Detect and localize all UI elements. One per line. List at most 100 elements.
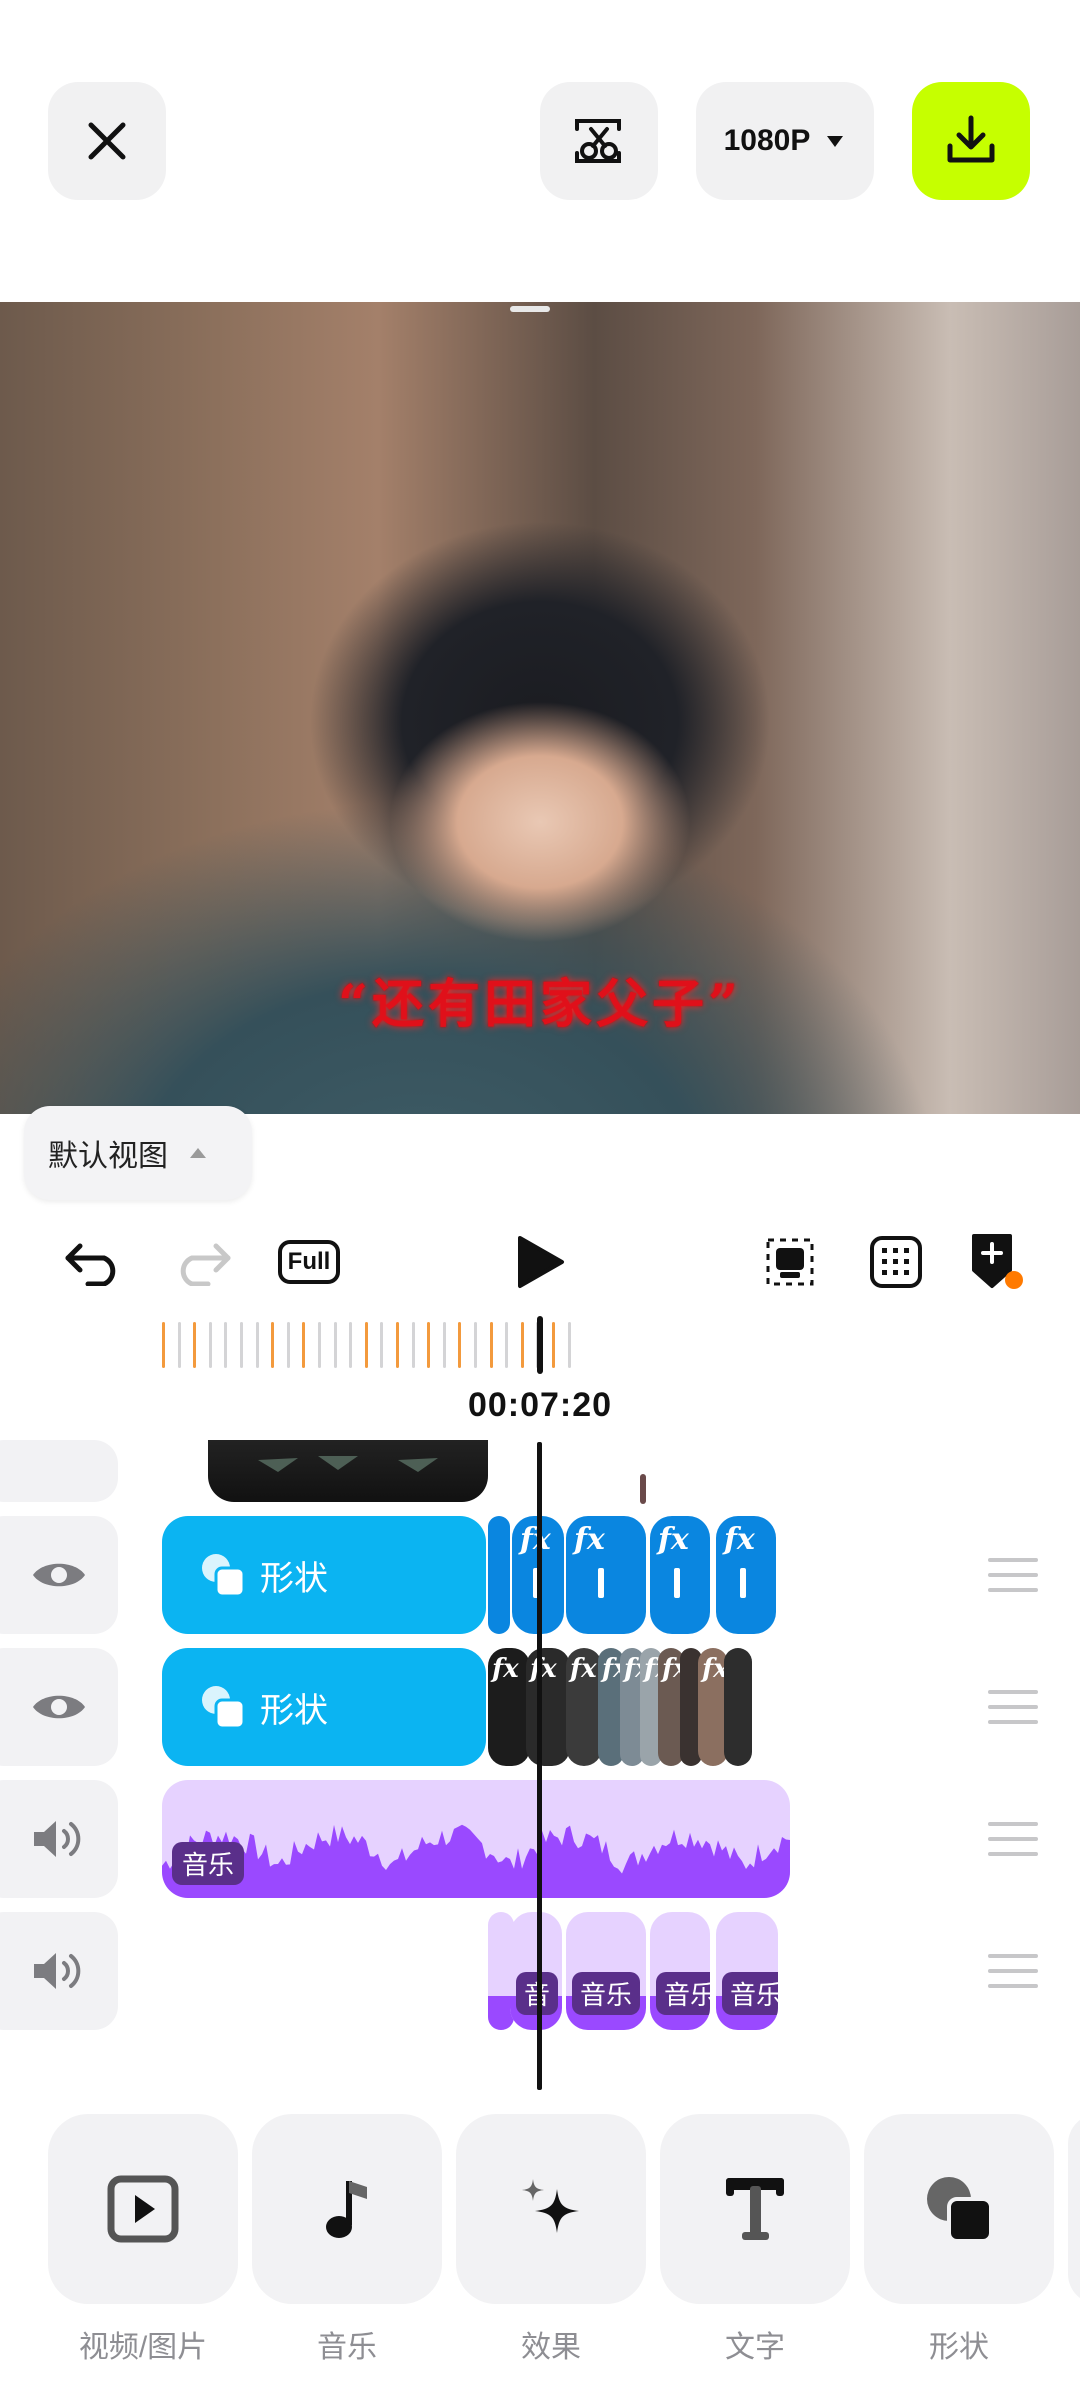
track-reorder-handle[interactable] xyxy=(988,1822,1038,1856)
crop-button[interactable] xyxy=(754,1226,826,1298)
caret-up-icon xyxy=(190,1148,206,1158)
effect-mini-clip[interactable]: fx xyxy=(526,1648,570,1766)
add-effect-button[interactable] xyxy=(456,2114,646,2304)
ruler-tick xyxy=(505,1322,509,1368)
fx-badge: fx xyxy=(520,1522,551,1557)
play-button[interactable] xyxy=(504,1226,576,1298)
waveform-path xyxy=(162,1824,790,1898)
audio-mini-label: 音乐 xyxy=(656,1972,710,2015)
ruler-tick xyxy=(333,1322,337,1368)
track-reorder-handle[interactable] xyxy=(988,1558,1038,1592)
add-effect-label: 效果 xyxy=(521,2331,581,2364)
ruler-tick xyxy=(318,1322,321,1368)
fx-badge: fx xyxy=(570,1654,597,1684)
add-shape-label: 形状 xyxy=(929,2331,989,2364)
music-clip[interactable]: 音乐 xyxy=(162,1780,790,1898)
undo-icon xyxy=(65,1243,116,1286)
speaker-icon xyxy=(34,1821,81,1857)
video-clip-partial[interactable] xyxy=(208,1440,488,1502)
audio-mini-clip[interactable]: 音乐 xyxy=(566,1912,646,2030)
clip-marker xyxy=(674,1568,680,1598)
ruler-tick xyxy=(567,1322,571,1368)
resolution-label: 1080P xyxy=(723,124,811,157)
scissors-frame-icon xyxy=(575,119,621,163)
fx-badge: fx xyxy=(492,1654,519,1684)
resolution-button[interactable]: 1080P xyxy=(696,82,874,200)
play-box-icon xyxy=(107,2175,179,2243)
ruler-tick xyxy=(224,1322,228,1368)
effect-mini-clip[interactable] xyxy=(724,1648,752,1766)
export-button[interactable] xyxy=(912,82,1030,200)
toolbar-overflow-edge xyxy=(1068,2114,1080,2304)
shape-icon xyxy=(927,2177,993,2243)
track-reorder-handle[interactable] xyxy=(988,1954,1038,1988)
audio-mini-label: 音乐 xyxy=(722,1972,778,2015)
ruler-tick xyxy=(442,1322,446,1368)
close-icon xyxy=(88,122,126,160)
ruler-tick xyxy=(271,1322,275,1368)
add-text-button[interactable] xyxy=(660,2114,850,2304)
ruler-tick xyxy=(255,1322,259,1368)
play-icon xyxy=(518,1236,564,1288)
view-mode-label: 默认视图 xyxy=(48,1140,168,1173)
ruler-tick xyxy=(177,1322,181,1368)
audio-waveform xyxy=(162,1824,790,1898)
effect-mini-clip[interactable]: fx xyxy=(566,1648,602,1766)
ruler-tick xyxy=(193,1322,197,1368)
add-media-button[interactable] xyxy=(48,2114,238,2304)
ruler-tick xyxy=(380,1322,384,1368)
video-thumbnail-strip xyxy=(258,1456,438,1472)
add-shape-button[interactable] xyxy=(864,2114,1054,2304)
track-partial-control xyxy=(0,1440,118,1502)
effect-mini-clip[interactable]: fx xyxy=(488,1648,530,1766)
ruler-tick xyxy=(240,1322,243,1368)
fx-badge: fx xyxy=(530,1654,557,1684)
fx-badge: fx xyxy=(658,1522,689,1557)
add-music-button[interactable] xyxy=(252,2114,442,2304)
track-reorder-handle[interactable] xyxy=(988,1690,1038,1724)
redo-button[interactable] xyxy=(166,1226,238,1298)
music-note-icon xyxy=(326,2181,367,2238)
timecode: 00:07:20 xyxy=(467,1386,613,1424)
audio-mini-clip[interactable]: 音乐 xyxy=(716,1912,778,2030)
undo-button[interactable] xyxy=(58,1226,130,1298)
ruler-tick xyxy=(474,1322,477,1368)
shape-mini-clip[interactable] xyxy=(488,1516,510,1634)
ruler-tick xyxy=(286,1322,290,1368)
ruler-tick xyxy=(552,1322,555,1368)
grid-button[interactable] xyxy=(860,1226,932,1298)
music-clip-label: 音乐 xyxy=(172,1842,245,1885)
playhead-line[interactable] xyxy=(537,1442,542,2090)
clip-marker xyxy=(598,1568,604,1598)
close-button[interactable] xyxy=(48,82,166,200)
crop-frame-icon xyxy=(766,1238,814,1286)
audio-mini-clip[interactable]: 音 xyxy=(510,1912,562,2030)
redo-icon xyxy=(180,1243,231,1286)
add-marker-icon xyxy=(972,1234,1023,1289)
ruler-tick xyxy=(208,1322,212,1368)
add-marker-button[interactable] xyxy=(960,1226,1032,1298)
playhead-ruler-marker xyxy=(537,1316,543,1374)
fullscreen-button[interactable]: Full xyxy=(272,1226,346,1298)
audio-mini-clip[interactable]: 音乐 xyxy=(650,1912,710,2030)
video-preview[interactable]: “还有田家父子” xyxy=(0,302,1080,1114)
cutout-button[interactable] xyxy=(540,82,658,200)
ruler-tick xyxy=(302,1322,306,1368)
view-mode-selector[interactable]: 默认视图 xyxy=(24,1106,252,1200)
ruler-tick xyxy=(427,1322,431,1368)
ruler-tick xyxy=(489,1322,493,1368)
clip-marker xyxy=(740,1568,746,1598)
add-text-label: 文字 xyxy=(725,2331,785,2364)
shape-mini-clip[interactable]: fx xyxy=(716,1516,776,1634)
text-icon xyxy=(726,2178,784,2240)
ruler-tick xyxy=(458,1322,462,1368)
shape-mini-clip[interactable]: fx xyxy=(566,1516,646,1634)
track-mute-toggle[interactable] xyxy=(0,1780,118,1898)
full-label: Full xyxy=(277,1240,341,1284)
audio-mini-label: 音乐 xyxy=(572,1972,641,2015)
ruler-tick xyxy=(364,1322,368,1368)
add-media-label: 视频/图片 xyxy=(78,2331,208,2364)
fx-badge: fx xyxy=(724,1522,755,1557)
shape-mini-clip[interactable]: fx xyxy=(650,1516,710,1634)
sparkle-icon xyxy=(522,2179,579,2233)
